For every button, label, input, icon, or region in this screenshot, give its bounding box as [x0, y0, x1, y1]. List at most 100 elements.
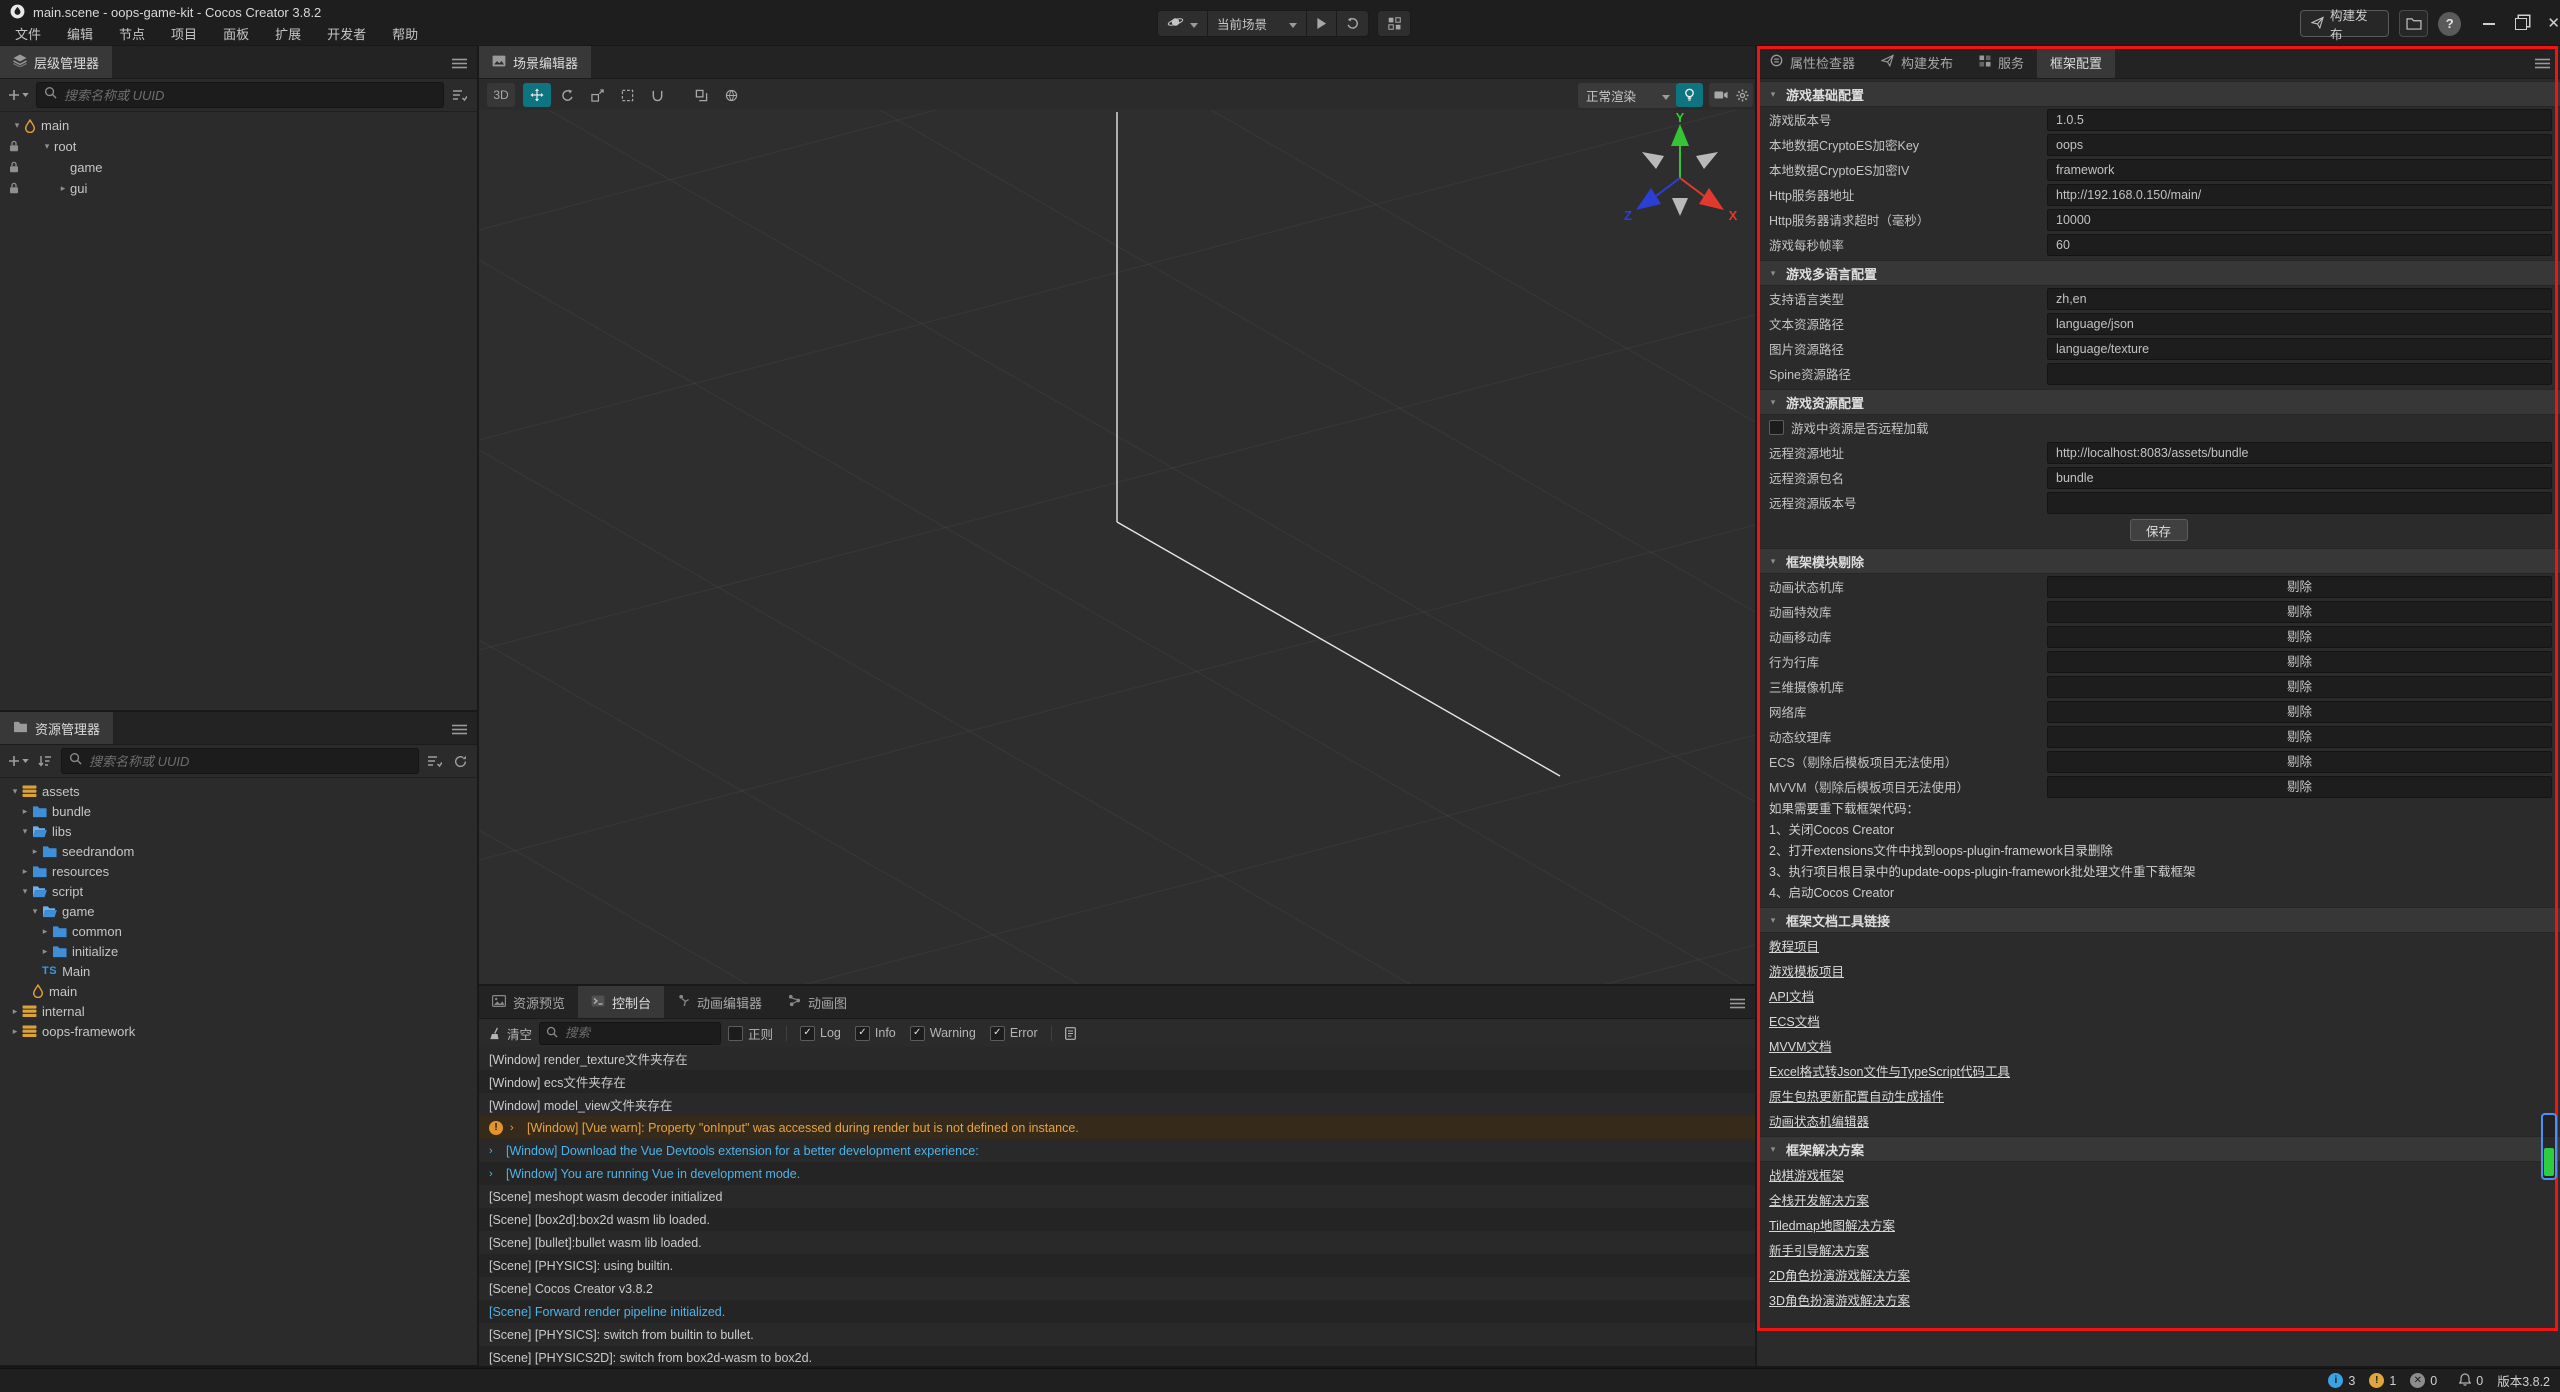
tab-scene-editor[interactable]: 场景编辑器	[479, 46, 591, 78]
build-publish-button[interactable]: 构建发布	[2300, 10, 2389, 37]
coordinate-toggle-button[interactable]	[717, 83, 745, 107]
scene-viewport[interactable]: Y X Z	[479, 110, 1755, 984]
menu-item-5[interactable]: 扩展	[262, 24, 314, 46]
tree-node-resources[interactable]: ▸resources	[0, 861, 477, 881]
tree-node-libs[interactable]: ▾libs	[0, 821, 477, 841]
property-value-input[interactable]	[2047, 313, 2552, 335]
tab-属性检查器[interactable]: 属性检查器	[1757, 46, 1868, 78]
scene-select[interactable]: 当前场景	[1208, 11, 1307, 36]
filter-list-icon[interactable]	[451, 83, 469, 107]
filter-list-icon[interactable]	[426, 749, 444, 773]
property-value-input[interactable]	[2047, 209, 2552, 231]
filter-warning-checkbox[interactable]: ✓Warning	[910, 1026, 976, 1041]
preview-device-button[interactable]	[1377, 10, 1411, 37]
hamburger-menu-icon[interactable]	[452, 56, 467, 74]
doc-link[interactable]: MVVM文档	[1769, 1036, 1832, 1055]
filter-error-checkbox[interactable]: ✓Error	[990, 1026, 1038, 1041]
menu-item-6[interactable]: 开发者	[314, 24, 379, 46]
doc-link[interactable]: 教程项目	[1769, 936, 1819, 955]
tree-node-root[interactable]: ▾root	[0, 136, 477, 157]
remove-module-button[interactable]: 剔除	[2047, 701, 2552, 723]
tab-资源预览[interactable]: 资源预览	[479, 986, 578, 1018]
doc-link[interactable]: API文档	[1769, 986, 1814, 1005]
tree-node-oops-framework[interactable]: ▸oops-framework	[0, 1021, 477, 1041]
doc-link[interactable]: 2D角色扮演游戏解决方案	[1769, 1265, 1910, 1284]
rect-tool-button[interactable]	[613, 83, 641, 107]
doc-link[interactable]: 游戏模板项目	[1769, 961, 1844, 980]
notification-count[interactable]: 0	[2459, 1373, 2483, 1389]
menu-item-1[interactable]: 编辑	[54, 24, 106, 46]
error-count[interactable]: ✕ 0	[2410, 1373, 2437, 1388]
log-row[interactable]: !›[Window] [Vue warn]: Property "onInput…	[479, 1116, 1755, 1139]
section-header-框架文档工具链接[interactable]: ▾框架文档工具链接	[1757, 907, 2560, 933]
tree-node-main[interactable]: main	[0, 981, 477, 1001]
section-header-游戏基础配置[interactable]: ▾游戏基础配置	[1757, 81, 2560, 107]
scale-tool-button[interactable]	[583, 83, 611, 107]
property-value-input[interactable]	[2047, 288, 2552, 310]
section-header-游戏多语言配置[interactable]: ▾游戏多语言配置	[1757, 260, 2560, 286]
tree-node-internal[interactable]: ▸internal	[0, 1001, 477, 1021]
tab-构建发布[interactable]: 构建发布	[1868, 46, 1966, 78]
doc-link[interactable]: 原生包热更新配置自动生成插件	[1769, 1086, 1944, 1105]
menu-item-3[interactable]: 项目	[158, 24, 210, 46]
scrollbar-thumb[interactable]	[2544, 1148, 2554, 1176]
create-node-button[interactable]	[8, 83, 29, 107]
chevron-down-icon[interactable]: ▾	[28, 906, 42, 917]
log-row[interactable]: [Scene] Forward render pipeline initiali…	[479, 1300, 1755, 1323]
open-project-folder-button[interactable]	[2399, 10, 2428, 37]
log-row[interactable]: [Scene] [bullet]:bullet wasm lib loaded.	[479, 1231, 1755, 1254]
tree-node-main[interactable]: ▾main	[0, 115, 477, 136]
section-header-游戏资源配置[interactable]: ▾游戏资源配置	[1757, 389, 2560, 415]
preview-platform-select[interactable]	[1158, 11, 1208, 36]
property-value-input[interactable]	[2047, 134, 2552, 156]
chevron-right-icon[interactable]: ▸	[56, 183, 70, 194]
save-button[interactable]: 保存	[2130, 519, 2188, 541]
remove-module-button[interactable]: 剔除	[2047, 576, 2552, 598]
section-header-框架模块剔除[interactable]: ▾框架模块剔除	[1757, 548, 2560, 574]
doc-link[interactable]: Tiledmap地图解决方案	[1769, 1215, 1895, 1234]
chevron-down-icon[interactable]: ▾	[18, 886, 32, 897]
doc-link[interactable]: 战棋游戏框架	[1769, 1165, 1844, 1184]
tab-框架配置[interactable]: 框架配置	[2037, 46, 2115, 78]
gear-icon[interactable]	[1736, 89, 1749, 102]
tab-动画编辑器[interactable]: 动画编辑器	[664, 986, 775, 1018]
doc-link[interactable]: ECS文档	[1769, 1011, 1820, 1030]
tree-node-game[interactable]: ▾game	[0, 901, 477, 921]
chevron-right-icon[interactable]: ▸	[8, 1006, 22, 1017]
tab-控制台[interactable]: 控制台	[578, 986, 664, 1018]
tree-node-bundle[interactable]: ▸bundle	[0, 801, 477, 821]
property-value-input[interactable]	[2047, 467, 2552, 489]
doc-link[interactable]: 3D角色扮演游戏解决方案	[1769, 1290, 1910, 1309]
chevron-right-icon[interactable]: ▸	[18, 806, 32, 817]
remove-module-button[interactable]: 剔除	[2047, 726, 2552, 748]
remove-module-button[interactable]: 剔除	[2047, 776, 2552, 798]
menu-item-7[interactable]: 帮助	[379, 24, 431, 46]
pivot-toggle-button[interactable]	[687, 83, 715, 107]
camera-icon[interactable]	[1714, 90, 1728, 100]
filter-log-checkbox[interactable]: ✓Log	[800, 1026, 841, 1041]
console-search-input[interactable]	[563, 1025, 714, 1041]
rotate-tool-button[interactable]	[553, 83, 581, 107]
chevron-down-icon[interactable]: ▾	[40, 141, 54, 152]
play-button[interactable]	[1307, 11, 1337, 36]
tab-动画图[interactable]: 动画图	[775, 986, 860, 1018]
tab-服务[interactable]: 服务	[1966, 46, 2037, 78]
remove-module-button[interactable]: 剔除	[2047, 601, 2552, 623]
create-asset-button[interactable]	[8, 749, 29, 773]
log-row[interactable]: [Window] ecs文件夹存在	[479, 1070, 1755, 1093]
chevron-right-icon[interactable]: ▸	[38, 926, 52, 937]
remove-module-button[interactable]: 剔除	[2047, 751, 2552, 773]
tree-node-Main[interactable]: TSMain	[0, 961, 477, 981]
render-mode-select[interactable]: 正常渲染	[1578, 83, 1678, 108]
chevron-right-icon[interactable]: ▸	[38, 946, 52, 957]
help-button[interactable]: ?	[2438, 12, 2461, 36]
log-row[interactable]: ›[Window] Download the Vue Devtools exte…	[479, 1139, 1755, 1162]
hamburger-menu-icon[interactable]	[452, 722, 467, 740]
chevron-right-icon[interactable]: ▸	[8, 1026, 22, 1037]
hierarchy-search-input[interactable]	[62, 87, 436, 104]
doc-link[interactable]: Excel格式转Json文件与TypeScript代码工具	[1769, 1061, 2010, 1080]
tree-node-gui[interactable]: ▸gui	[0, 178, 477, 199]
tab-hierarchy[interactable]: 层级管理器	[0, 46, 112, 78]
remove-module-button[interactable]: 剔除	[2047, 626, 2552, 648]
refresh-icon[interactable]	[451, 749, 469, 773]
